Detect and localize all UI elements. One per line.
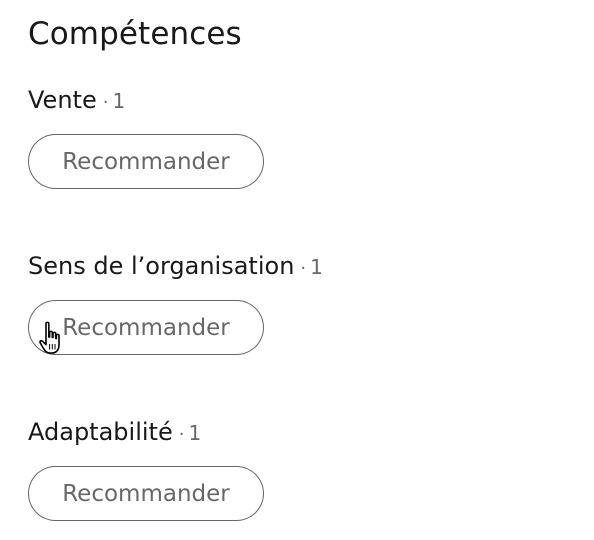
skill-separator: · (178, 424, 185, 445)
skill-name[interactable]: Vente (28, 84, 97, 116)
skill-item-sens-organisation: Sens de l’organisation · 1 Recommander (28, 250, 323, 355)
skill-heading: Adaptabilité · 1 (28, 416, 264, 448)
endorsement-count[interactable]: 1 (112, 89, 125, 113)
skill-item-vente: Vente · 1 Recommander (28, 84, 264, 189)
section-title: Compétences (28, 16, 242, 52)
endorse-button[interactable]: Recommander (28, 300, 264, 355)
skill-separator: · (300, 258, 307, 279)
skill-heading: Vente · 1 (28, 84, 264, 116)
skill-heading: Sens de l’organisation · 1 (28, 250, 323, 282)
endorsement-count[interactable]: 1 (188, 421, 201, 445)
endorse-button[interactable]: Recommander (28, 134, 264, 189)
endorse-button[interactable]: Recommander (28, 466, 264, 521)
skill-item-adaptabilite: Adaptabilité · 1 Recommander (28, 416, 264, 521)
skill-name[interactable]: Sens de l’organisation (28, 250, 294, 282)
skill-separator: · (102, 92, 109, 113)
skill-name[interactable]: Adaptabilité (28, 416, 173, 448)
endorsement-count[interactable]: 1 (310, 255, 323, 279)
